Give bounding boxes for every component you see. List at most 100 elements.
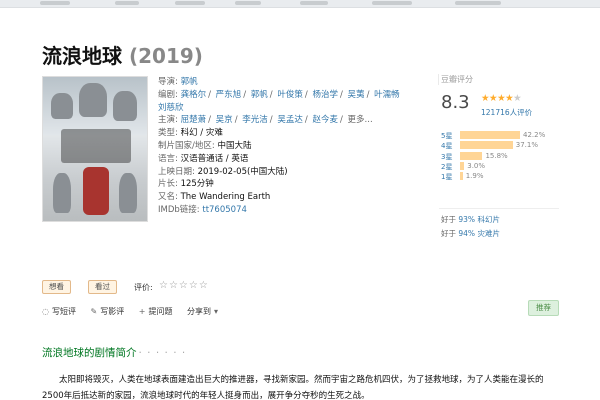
country-row: 制片国家/地区: 中国大陆	[158, 140, 428, 153]
better-prefix: 好于	[441, 229, 456, 238]
writers-row: 编剧: 龚格尔 / 严东旭 / 郭帆 / 叶俊策 / 杨治学 / 吴荑 / 叶濡畅	[158, 89, 400, 100]
rating-distribution: 5星 42.2% 4星 37.1% 3星 15.8% 2星 3.0% 1星 1.9%	[441, 130, 559, 181]
recommend-button[interactable]: 推荐	[528, 300, 559, 316]
runtime-value: 125分钟	[180, 179, 214, 190]
ask-question-link[interactable]: + 提问题	[139, 307, 173, 316]
actor-link[interactable]: 李光洁	[242, 115, 268, 125]
summary-paragraph: 太阳即将毁灭，人类在地球表面建造出巨大的推进器，寻找新家园。然而宇宙之路危机四伏…	[42, 375, 544, 400]
rating-bar	[460, 151, 483, 160]
top-navigation-bar	[0, 0, 600, 8]
watched-button[interactable]: 看过	[88, 280, 117, 294]
better-than-row: 好于 94% 灾难片	[441, 227, 559, 241]
rating-bar-row: 3星 15.8%	[441, 151, 559, 161]
rating-bar	[460, 172, 463, 181]
comment-icon: ◌	[42, 307, 49, 316]
rating-bar-percent: 42.2%	[523, 131, 546, 139]
runtime-row: 片长: 125分钟	[158, 178, 428, 191]
director-row: 导演: 郭帆	[158, 76, 428, 89]
summary-title: 流浪地球的剧情简介	[42, 347, 137, 359]
poster-figure	[119, 173, 137, 213]
nav-item[interactable]	[175, 1, 205, 5]
summary-dots: · · · · · ·	[138, 347, 187, 359]
question-label: 提问题	[148, 307, 173, 316]
release-row: 上映日期: 2019-02-05(中国大陆)	[158, 166, 428, 179]
aka-row: 又名: The Wandering Earth	[158, 191, 428, 204]
better-prefix: 好于	[441, 215, 456, 224]
rate-stars-input[interactable]: ☆☆☆☆☆	[159, 280, 209, 291]
nav-item[interactable]	[235, 1, 261, 5]
secondary-actions: ◌ 写短评 ✎ 写影评 + 提问题 分享到 ▾	[42, 306, 233, 317]
writer-link[interactable]: 刘慈欣	[158, 103, 184, 113]
want-to-watch-button[interactable]: 想看	[42, 280, 71, 294]
rating-panel: 豆瓣评分 8.3 ★★★★★ 121716人评价 5星 42.2% 4星 37.1% 3…	[438, 74, 559, 238]
rating-bar-percent: 1.9%	[465, 172, 484, 181]
movie-poster[interactable]	[42, 76, 148, 222]
page-title: 流浪地球 (2019)	[42, 40, 203, 69]
imdb-link[interactable]: tt7605074	[202, 205, 247, 215]
writer-link[interactable]: 郭帆	[251, 90, 268, 100]
writer-link[interactable]: 严东旭	[216, 90, 242, 100]
rating-bar-percent: 15.8%	[485, 151, 508, 160]
rating-bar-label: 1星	[441, 173, 453, 182]
share-label: 分享到	[187, 307, 212, 316]
rating-stars: ★★★★★	[481, 93, 522, 104]
rating-bar	[460, 161, 465, 170]
review-label: 写影评	[100, 307, 125, 316]
share-dropdown[interactable]: 分享到 ▾	[187, 307, 221, 316]
writers-row-cont: 刘慈欣	[158, 102, 428, 115]
movie-info: 导演: 郭帆 编剧: 龚格尔 / 严东旭 / 郭帆 / 叶俊策 / 杨治学 / 吴荑 / 叶…	[158, 76, 428, 217]
actor-link[interactable]: 吴京	[216, 115, 233, 125]
poster-figure	[113, 91, 137, 121]
short-review-label: 写短评	[51, 307, 76, 316]
writer-link[interactable]: 杨治学	[312, 90, 338, 100]
imdb-row: IMDb链接: tt7605074	[158, 204, 428, 217]
rate-label: 评价:	[134, 283, 153, 292]
pencil-icon: ✎	[90, 307, 98, 316]
star-icon: ★	[481, 93, 490, 104]
actor-link[interactable]: 赵今麦	[312, 115, 338, 125]
write-review-link[interactable]: ✎ 写影评	[91, 307, 125, 316]
poster-title-mark	[61, 129, 131, 163]
genre-row: 类型: 科幻 / 灾难	[158, 127, 428, 140]
summary-text: 太阳即将毁灭，人类在地球表面建造出巨大的推进器，寻找新家园。然而宇宙之路危机四伏…	[42, 372, 562, 400]
genre-label: 类型:	[158, 128, 178, 139]
nav-item[interactable]	[372, 1, 412, 5]
director-link[interactable]: 郭帆	[181, 77, 198, 87]
rating-bar-row: 2星 3.0%	[441, 161, 559, 171]
poster-astronaut	[83, 167, 109, 215]
writer-link[interactable]: 龚格尔	[181, 90, 207, 100]
cast-more-link[interactable]: 更多...	[348, 115, 373, 125]
rating-bar-percent: 3.0%	[467, 161, 486, 170]
better-pct: 94%	[458, 229, 476, 238]
actor-link[interactable]: 屈楚萧	[181, 115, 207, 125]
star-icon: ★	[505, 93, 514, 104]
director-label: 导演:	[158, 77, 178, 87]
better-pct: 93%	[458, 215, 476, 224]
imdb-label: IMDb链接:	[158, 204, 200, 215]
better-than-row: 好于 93% 科幻片	[441, 213, 559, 227]
star-icon: ★	[489, 93, 498, 104]
writer-link[interactable]: 吴荑	[348, 90, 365, 100]
rating-votes-link[interactable]: 121716人评价	[481, 107, 532, 118]
rating-score: 8.3	[441, 92, 470, 113]
writer-link[interactable]: 叶俊策	[277, 90, 303, 100]
cast-label: 主演:	[158, 115, 178, 126]
writer-link[interactable]: 叶濡畅	[374, 90, 400, 100]
movie-year: (2019)	[128, 44, 203, 68]
nav-item[interactable]	[300, 1, 328, 5]
language-row: 语言: 汉语普通话 / 英语	[158, 153, 428, 166]
release-label: 上映日期:	[158, 166, 195, 177]
plus-icon: +	[138, 307, 146, 316]
cast-row: 主演: 屈楚萧 / 吴京 / 李光洁 / 吴孟达 / 赵今麦 / 更多...	[158, 115, 373, 126]
write-short-review-link[interactable]: ◌ 写短评	[42, 307, 76, 316]
better-genre-link[interactable]: 科幻片	[477, 215, 500, 224]
country-value: 中国大陆	[217, 140, 252, 151]
better-genre-link[interactable]: 灾难片	[477, 229, 500, 238]
nav-item[interactable]	[115, 1, 139, 5]
nav-item[interactable]	[455, 1, 501, 5]
poster-figure	[51, 93, 73, 119]
country-label: 制片国家/地区:	[158, 140, 215, 151]
runtime-label: 片长:	[158, 179, 178, 190]
actor-link[interactable]: 吴孟达	[277, 115, 303, 125]
nav-item[interactable]	[40, 1, 70, 5]
